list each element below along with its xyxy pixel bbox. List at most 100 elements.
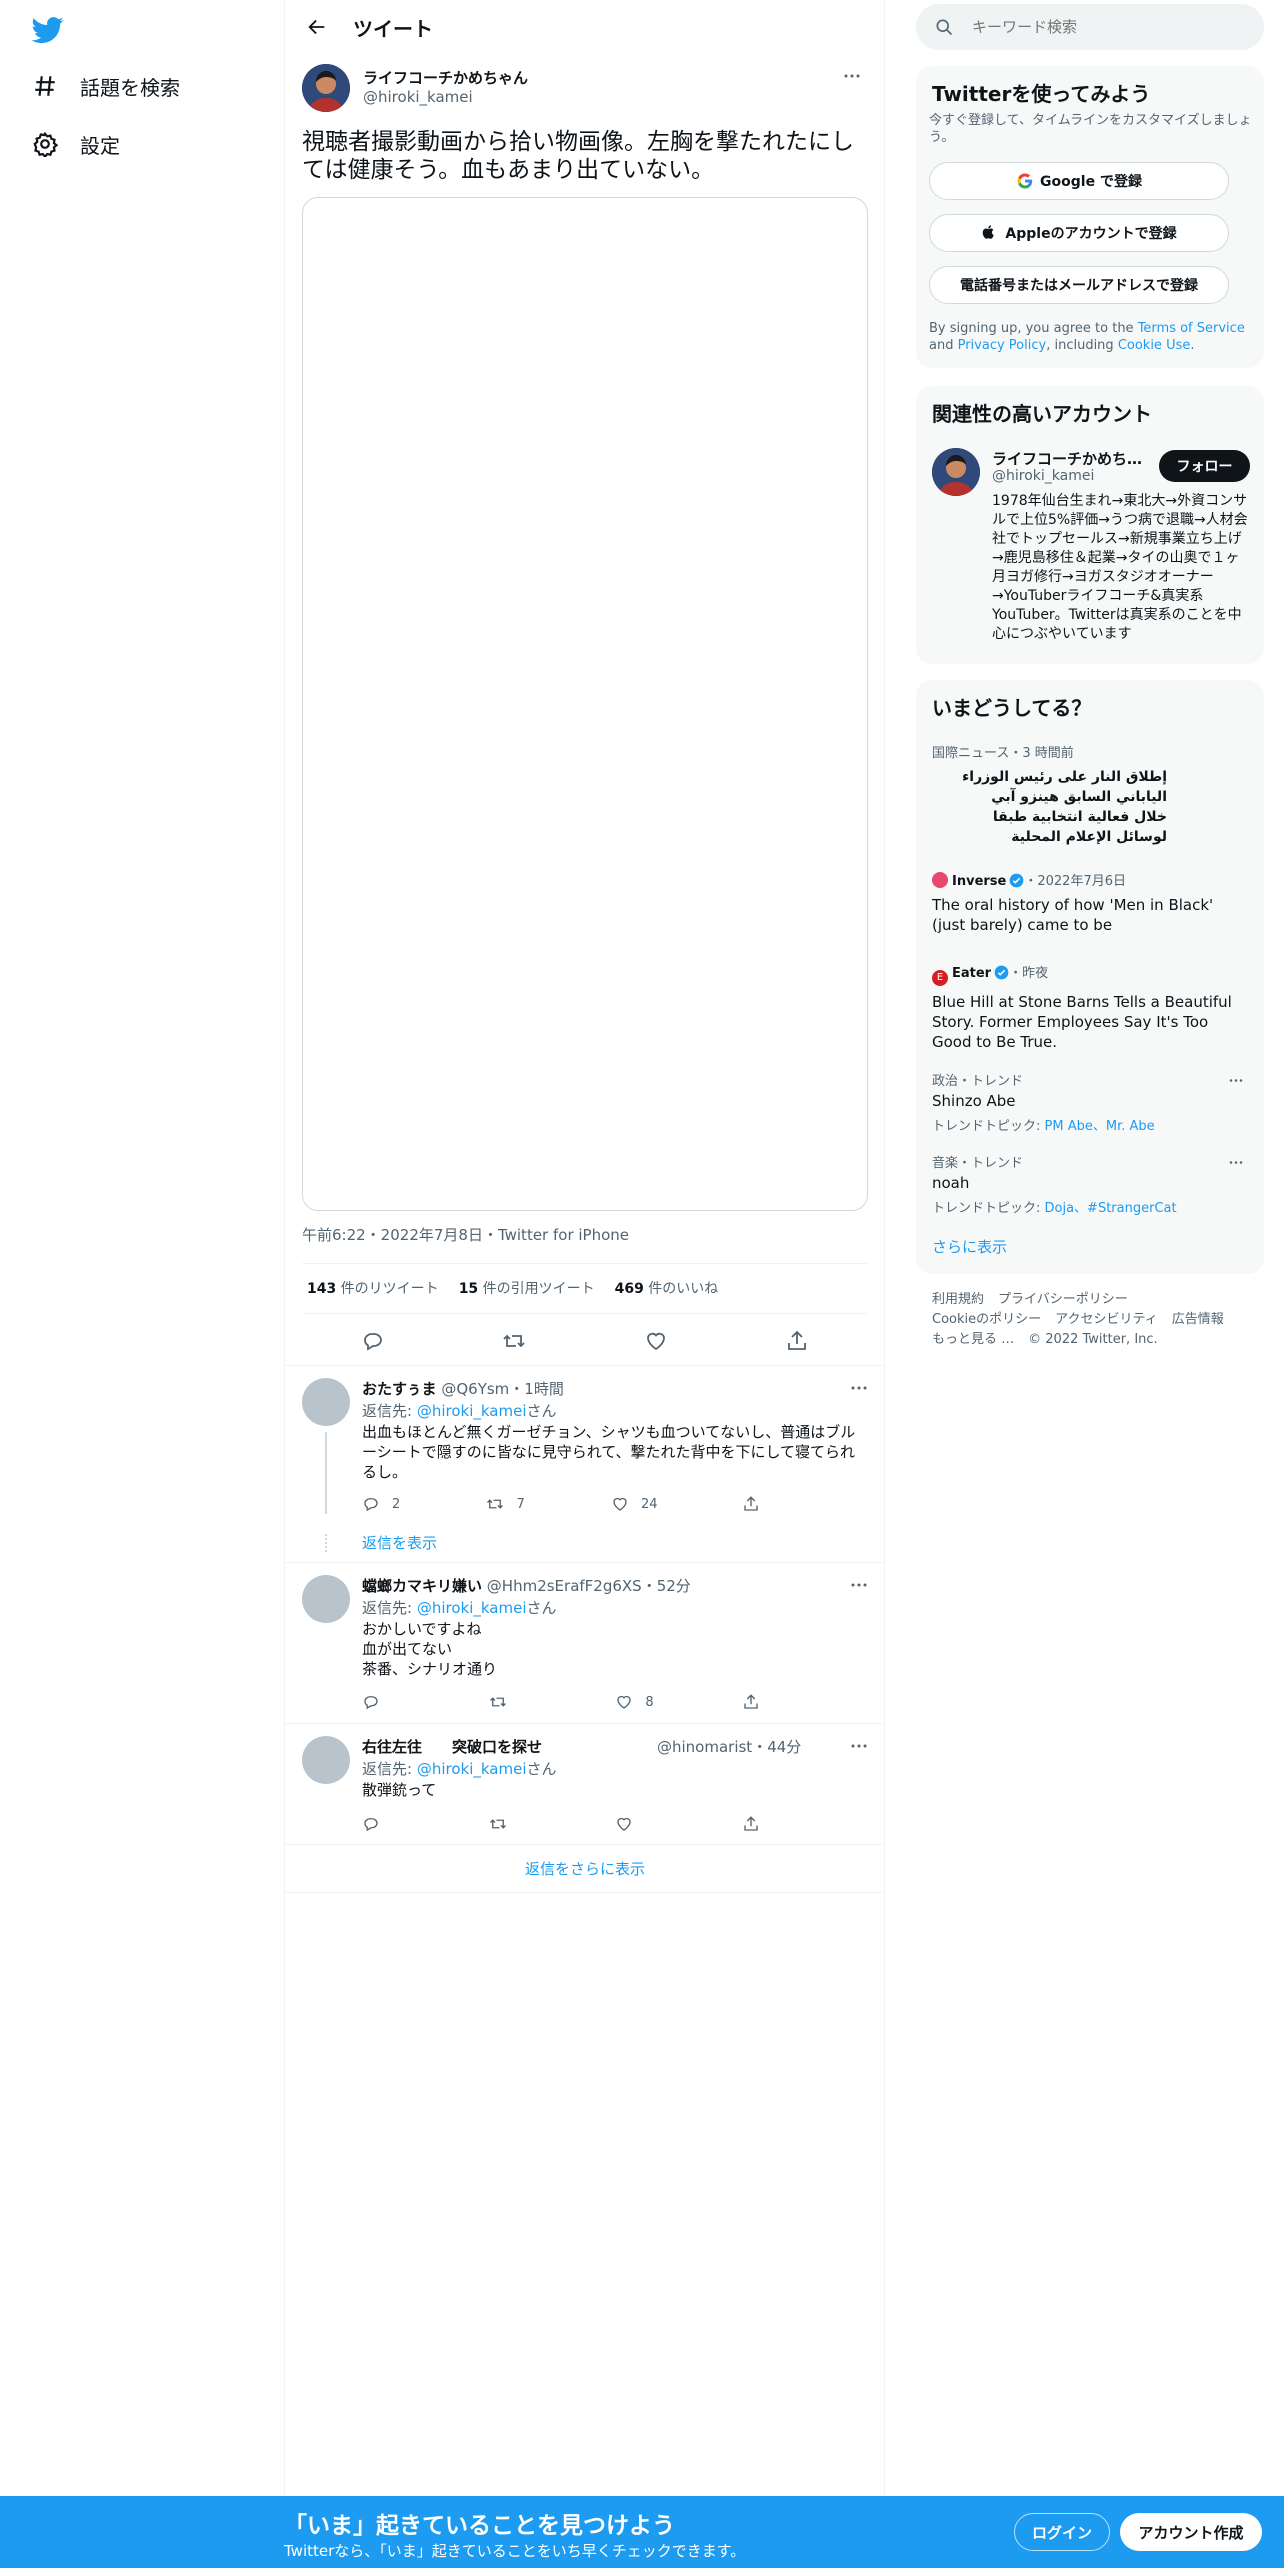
page-header: ツイート: [285, 0, 885, 54]
reply-to-line: 返信先: @hiroki_kameiさん: [362, 1599, 557, 1617]
retweet-button[interactable]: 7: [486, 1495, 526, 1513]
related-handle[interactable]: @hiroki_kamei: [992, 468, 1094, 484]
related-avatar[interactable]: [932, 448, 980, 496]
gear-icon: [32, 131, 58, 157]
footer-link[interactable]: Cookieのポリシー: [932, 1312, 1041, 1327]
tweet-text: 視聴者撮影動画から拾い物画像。左胸を撃たれたにしては健康そう。血もあまり出ていな…: [302, 129, 854, 183]
login-button[interactable]: ログイン: [1014, 2513, 1110, 2551]
trend-item[interactable]: E Eater ・昨夜 Blue Hill at Stone Barns Tells…: [932, 962, 1248, 1052]
share-button[interactable]: [742, 1693, 782, 1711]
reply-avatar[interactable]: [302, 1736, 350, 1784]
show-replies-link[interactable]: 返信を表示: [362, 1532, 437, 1553]
reply-time[interactable]: ・52分: [642, 1577, 691, 1595]
phone-email-signup-button[interactable]: 電話番号またはメールアドレスで登録: [929, 266, 1229, 304]
verified-badge-icon: [1009, 873, 1024, 888]
reply-button[interactable]: 2: [362, 1495, 402, 1513]
create-account-button[interactable]: アカウント作成: [1120, 2513, 1262, 2551]
follow-button[interactable]: フォロー: [1159, 450, 1250, 482]
footer-link[interactable]: アクセシビリティ: [1055, 1312, 1158, 1327]
tweet-media[interactable]: [302, 197, 868, 1211]
reply-header: 蟷螂カマキリ嫌い @Hhm2sErafF2g6XS・52分: [362, 1575, 691, 1596]
mention-link[interactable]: @hiroki_kamei: [417, 1402, 527, 1420]
trend-title: noah: [932, 1174, 970, 1192]
retweet-button[interactable]: [489, 1693, 529, 1711]
page-title: ツイート: [353, 16, 433, 41]
more-options-icon[interactable]: [1222, 1152, 1250, 1172]
search-input[interactable]: [972, 18, 1232, 36]
footer-link[interactable]: もっと見る …: [932, 1332, 1014, 1347]
cookie-link[interactable]: Cookie Use: [1118, 338, 1191, 353]
quote-stat[interactable]: 15 件の引用ツイート: [459, 1278, 595, 1298]
reply-item[interactable]: 蟷螂カマキリ嫌い @Hhm2sErafF2g6XS・52分 返信先: @hiro…: [285, 1563, 885, 1723]
twitter-logo-icon[interactable]: [32, 14, 64, 46]
trend-item[interactable]: 音楽・トレンド noah トレンドトピック: Doja、#StrangerCat: [932, 1152, 1248, 1216]
share-icon[interactable]: [785, 1329, 809, 1353]
back-button[interactable]: [297, 7, 337, 47]
more-options-icon[interactable]: [845, 1736, 873, 1756]
retweet-stat[interactable]: 143 件のリツイート: [307, 1278, 439, 1298]
nav-explore[interactable]: 話題を検索: [32, 66, 180, 106]
reply-author-handle[interactable]: @Hhm2sErafF2g6XS: [487, 1577, 642, 1595]
like-stat[interactable]: 469 件のいいね: [615, 1278, 719, 1298]
author-name[interactable]: ライフコーチかめちゃん: [363, 67, 528, 88]
footer-link[interactable]: プライバシーポリシー: [998, 1292, 1128, 1307]
login-banner: 「いま」起きていることを見つけよう Twitterなら、「いま」起きていることを…: [0, 2496, 1284, 2568]
reply-item[interactable]: おたすぅま @Q6Ysm・1時間 返信先: @hiroki_kameiさん 出血…: [285, 1366, 885, 1562]
reply-item[interactable]: 右往左往 突破口を探せ @hinomarist・44分 返信先: @hiroki…: [285, 1724, 885, 1844]
google-signup-button[interactable]: Google で登録: [929, 162, 1229, 200]
reply-avatar[interactable]: [302, 1378, 350, 1426]
search-icon: [934, 17, 954, 37]
footer-links: 利用規約 プライバシーポリシー Cookieのポリシー アクセシビリティ 広告情報 も…: [932, 1290, 1262, 1350]
share-button[interactable]: [742, 1495, 782, 1513]
tweet-timestamp[interactable]: 午前6:22・2022年7月8日・Twitter for iPhone: [302, 1224, 629, 1245]
reply-author-name[interactable]: 蟷螂カマキリ嫌い: [362, 1577, 482, 1595]
like-button[interactable]: 8: [615, 1693, 655, 1711]
terms-link[interactable]: Terms of Service: [1138, 321, 1245, 336]
reply-header: おたすぅま @Q6Ysm・1時間: [362, 1378, 564, 1399]
nav-settings[interactable]: 設定: [32, 124, 120, 164]
like-icon: [615, 1815, 633, 1833]
trends-card-title: いまどうしてる？: [932, 696, 1092, 720]
like-icon[interactable]: [644, 1329, 668, 1353]
more-options-icon[interactable]: [845, 1378, 873, 1398]
reply-icon: [362, 1693, 380, 1711]
footer-link[interactable]: 利用規約: [932, 1292, 984, 1307]
trend-item[interactable]: 国際ニュース・3 時間前 إطلاق النار على رئيس الوزرا…: [932, 742, 1248, 847]
reply-author-name[interactable]: おたすぅま: [362, 1380, 437, 1398]
related-name[interactable]: ライフコーチかめち…: [992, 448, 1152, 469]
reply-button[interactable]: [362, 1815, 402, 1833]
show-more-replies-button[interactable]: 返信をさらに表示: [285, 1844, 885, 1892]
trend-item[interactable]: 政治・トレンド Shinzo Abe トレンドトピック: PM Abe、Mr. …: [932, 1070, 1248, 1134]
mention-link[interactable]: @hiroki_kamei: [417, 1760, 527, 1778]
share-button[interactable]: [742, 1815, 782, 1833]
mention-link[interactable]: @hiroki_kamei: [417, 1599, 527, 1617]
author-handle[interactable]: @hiroki_kamei: [363, 88, 473, 106]
trend-item[interactable]: Inverse ・2022年7月6日 The oral history of ho…: [932, 870, 1248, 935]
reply-avatar[interactable]: [302, 1575, 350, 1623]
reply-time[interactable]: ・1時間: [509, 1380, 564, 1398]
reply-author-handle[interactable]: @hinomarist: [657, 1738, 752, 1756]
reply-author-handle[interactable]: @Q6Ysm: [441, 1380, 509, 1398]
reply-time[interactable]: ・44分: [752, 1738, 801, 1756]
trend-topics-link[interactable]: Doja、#StrangerCat: [1045, 1201, 1177, 1216]
like-button[interactable]: 24: [611, 1495, 658, 1513]
footer-link[interactable]: 広告情報: [1172, 1312, 1224, 1327]
retweet-icon[interactable]: [502, 1329, 526, 1353]
reply-author-name[interactable]: 右往左往 突破口を探せ: [362, 1738, 542, 1756]
more-options-icon[interactable]: [838, 66, 866, 86]
apple-signup-button[interactable]: Appleのアカウントで登録: [929, 214, 1229, 252]
search-bar[interactable]: [916, 4, 1264, 50]
show-more-trends-link[interactable]: さらに表示: [932, 1236, 1007, 1257]
privacy-link[interactable]: Privacy Policy: [958, 338, 1047, 353]
author-avatar[interactable]: [302, 64, 350, 112]
main-column: ツイート ライフコーチかめちゃん @hiroki_kamei 視聴者撮影動画から…: [284, 0, 885, 2568]
reply-text: おかしいですよね 血が出てない 茶番、シナリオ通り: [362, 1620, 498, 1678]
trend-topics-link[interactable]: PM Abe、Mr. Abe: [1045, 1119, 1155, 1134]
reply-to-line: 返信先: @hiroki_kameiさん: [362, 1402, 557, 1420]
retweet-button[interactable]: [489, 1815, 529, 1833]
reply-icon[interactable]: [361, 1329, 385, 1353]
reply-button[interactable]: [362, 1693, 402, 1711]
more-options-icon[interactable]: [1222, 1070, 1250, 1090]
more-options-icon[interactable]: [845, 1575, 873, 1595]
like-button[interactable]: [615, 1815, 655, 1833]
